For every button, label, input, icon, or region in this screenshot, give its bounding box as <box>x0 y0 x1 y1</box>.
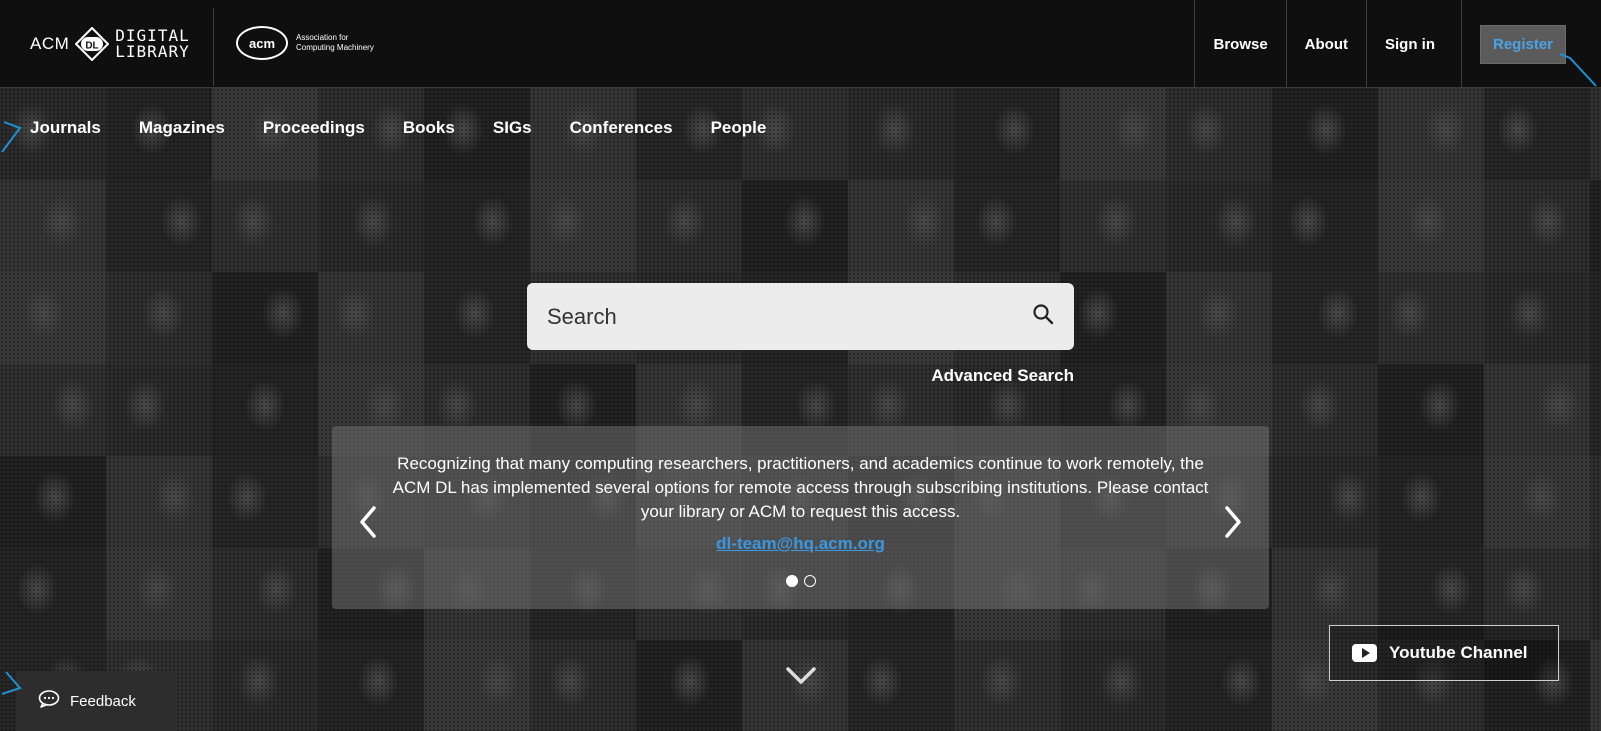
chevron-down-icon[interactable] <box>786 666 816 691</box>
notice-email-link[interactable]: dl-team@hq.acm.org <box>332 534 1269 554</box>
logo-divider <box>213 8 214 86</box>
annotation-arrow-right-top <box>1559 53 1597 87</box>
search-icon[interactable] <box>1032 303 1054 330</box>
acm-org-name: Association for Computing Machinery <box>296 33 374 53</box>
advanced-search-link[interactable]: Advanced Search <box>931 366 1074 386</box>
search-box <box>527 283 1074 350</box>
search-input[interactable] <box>547 303 987 330</box>
acm-org-line1: Association for <box>296 33 349 42</box>
chevron-right-icon[interactable] <box>1221 502 1245 542</box>
subnav-books[interactable]: Books <box>403 118 455 138</box>
youtube-channel-button[interactable]: Youtube Channel <box>1329 625 1559 681</box>
feedback-label: Feedback <box>70 692 136 710</box>
chat-bubble-icon <box>38 690 60 712</box>
nav-sign-in[interactable]: Sign in <box>1366 0 1461 88</box>
dl-badge-icon: DL <box>75 27 110 61</box>
subnav-proceedings[interactable]: Proceedings <box>263 118 365 138</box>
subnav-journals[interactable]: Journals <box>30 118 101 138</box>
subnav-people[interactable]: People <box>711 118 767 138</box>
carousel-dot-2[interactable] <box>803 575 816 587</box>
youtube-icon <box>1352 644 1377 662</box>
top-nav: Browse About Sign in Register <box>1194 0 1601 88</box>
notice-message: Recognizing that many computing research… <box>392 454 1209 521</box>
acm-org-logo[interactable]: acm Association for Computing Machinery <box>236 26 374 60</box>
subnav-magazines[interactable]: Magazines <box>139 118 225 138</box>
youtube-channel-label: Youtube Channel <box>1389 643 1528 662</box>
annotation-arrow-left-bottom <box>1 671 22 695</box>
dl-logo-words: DIGITAL LIBRARY <box>115 28 189 60</box>
nav-about[interactable]: About <box>1285 0 1366 88</box>
feedback-button[interactable]: Feedback <box>16 671 175 731</box>
carousel-dot-1[interactable] <box>785 575 798 587</box>
annotation-arrow-left-top <box>1 121 22 153</box>
carousel-indicators <box>332 575 1269 587</box>
acm-dl-logo[interactable]: ACM DL DIGITAL LIBRARY <box>30 22 190 66</box>
dl-logo-line2: LIBRARY <box>115 42 190 61</box>
remote-access-notice: Recognizing that many computing research… <box>332 426 1269 609</box>
nav-browse[interactable]: Browse <box>1194 0 1285 88</box>
register-button[interactable]: Register <box>1480 24 1567 64</box>
dl-badge-text: DL <box>86 41 99 52</box>
acm-logo-text: ACM <box>30 34 70 53</box>
acm-org-line2: Computing Machinery <box>296 43 374 52</box>
content-type-nav: Journals Magazines Proceedings Books SIG… <box>30 118 804 138</box>
acm-org-mark: acm <box>236 26 288 60</box>
subnav-conferences[interactable]: Conferences <box>570 118 673 138</box>
subnav-sigs[interactable]: SIGs <box>493 118 532 138</box>
